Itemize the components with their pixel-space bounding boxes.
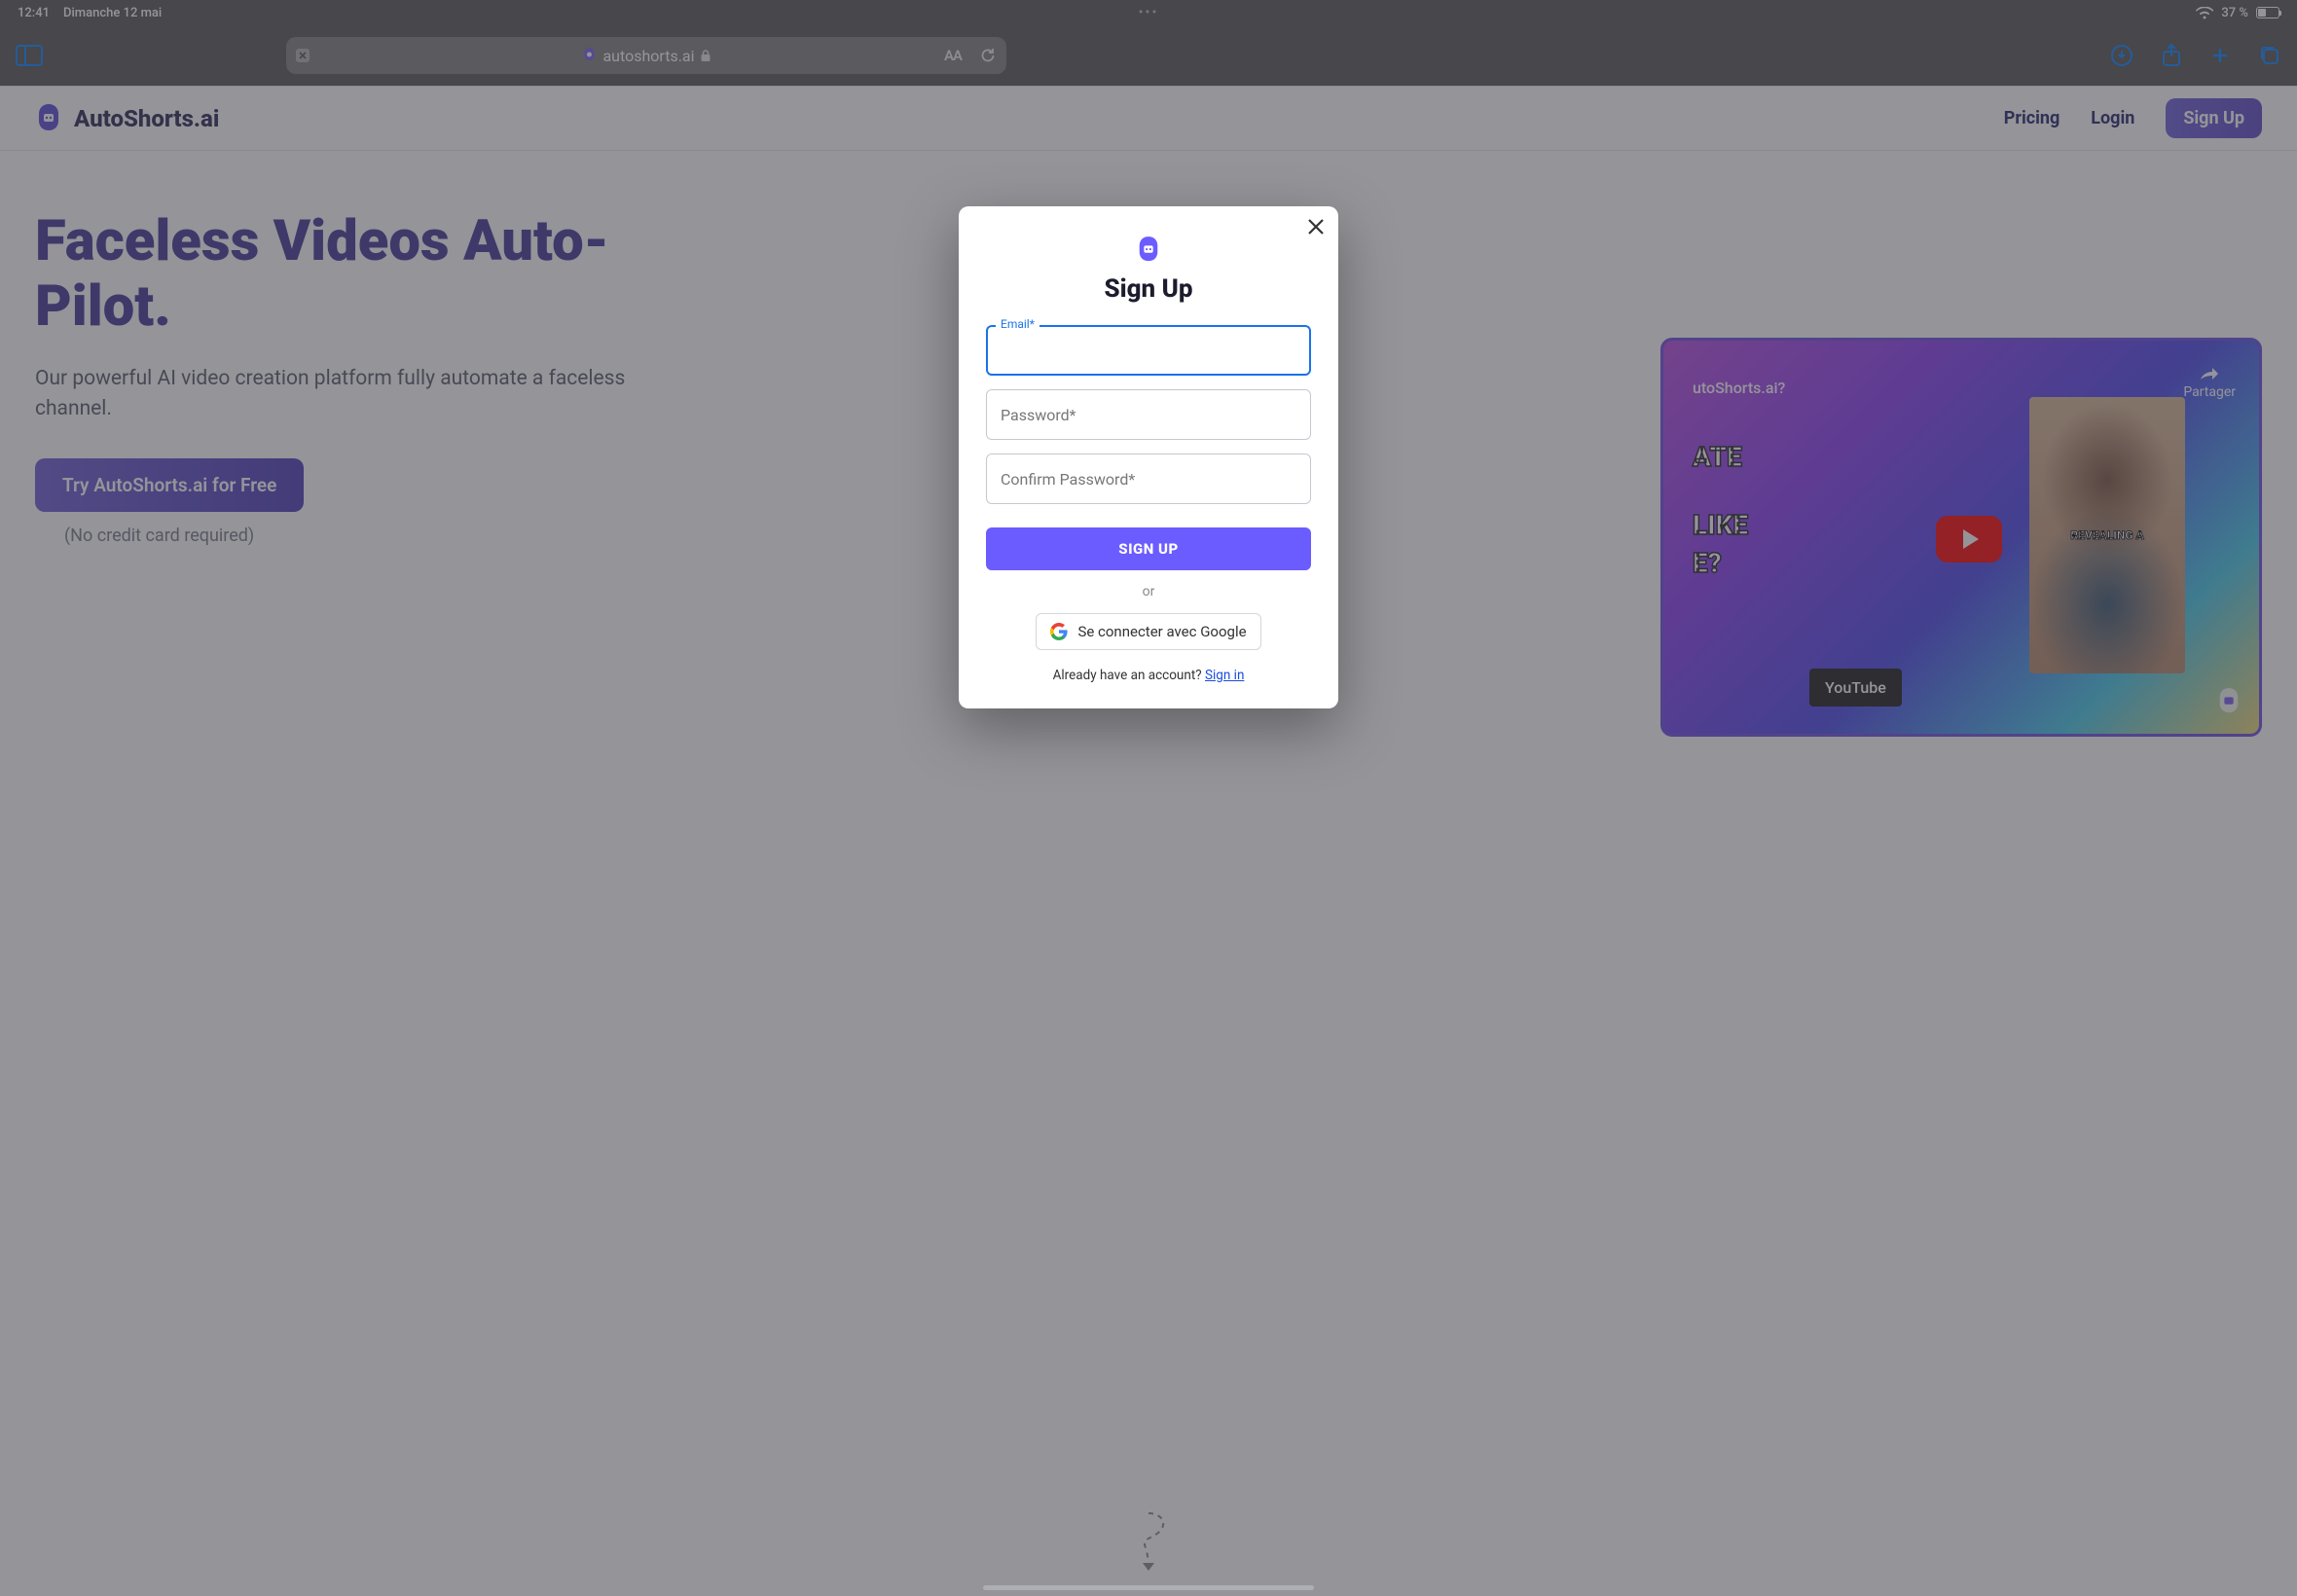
confirm-password-input[interactable]: [986, 453, 1311, 504]
home-indicator[interactable]: [983, 1585, 1314, 1590]
or-divider: or: [986, 584, 1311, 599]
signup-modal: Sign Up Email* SIGN UP or Se connecter a…: [959, 206, 1338, 708]
signup-submit-button[interactable]: SIGN UP: [986, 527, 1311, 570]
close-icon: [1307, 218, 1325, 236]
email-label: Email*: [996, 317, 1039, 331]
modal-title: Sign Up: [986, 274, 1311, 304]
confirm-password-field-wrap: [986, 453, 1311, 504]
sign-in-link[interactable]: Sign in: [1205, 668, 1244, 683]
google-signin-label: Se connecter avec Google: [1077, 623, 1246, 640]
email-input[interactable]: [986, 325, 1311, 376]
close-button[interactable]: [1307, 218, 1325, 236]
google-signin-button[interactable]: Se connecter avec Google: [1036, 613, 1260, 650]
modal-logo-icon: [1136, 236, 1161, 265]
password-input[interactable]: [986, 389, 1311, 440]
google-icon: [1050, 623, 1068, 640]
password-field-wrap: [986, 389, 1311, 440]
already-account: Already have an account? Sign in: [986, 668, 1311, 683]
email-field-wrap: Email*: [986, 325, 1311, 376]
